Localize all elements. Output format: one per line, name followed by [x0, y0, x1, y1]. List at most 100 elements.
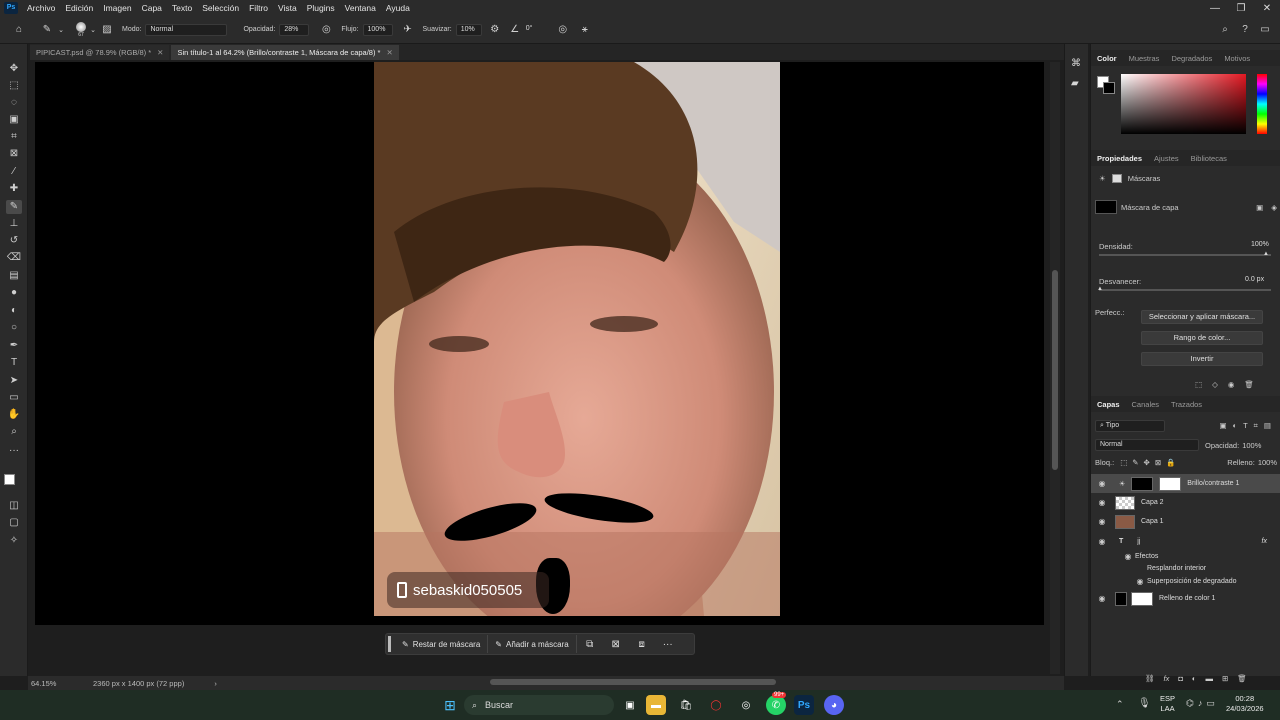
- lock-icons[interactable]: ⬚✎✥⊠🔒: [1120, 458, 1180, 467]
- gradient-tool-icon[interactable]: ▤: [6, 269, 22, 283]
- layer-filter-select[interactable]: ⌕ Tipo: [1095, 420, 1165, 432]
- workspace-icon[interactable]: ▭: [1258, 23, 1272, 37]
- mask-thumbnail[interactable]: [1131, 476, 1154, 491]
- visibility-icon[interactable]: ◉: [1095, 594, 1109, 603]
- blend-mode-select[interactable]: Normal: [1095, 439, 1199, 451]
- chevron-down-icon[interactable]: ⌄: [86, 23, 100, 37]
- add-mask-icon[interactable]: ◘: [1178, 674, 1183, 683]
- mask-thumbnail[interactable]: [1095, 200, 1117, 214]
- healing-tool-icon[interactable]: ✚: [6, 182, 22, 196]
- hand-tool-icon[interactable]: ✋: [6, 408, 22, 422]
- store-icon[interactable]: 🛍: [676, 695, 696, 715]
- search-icon[interactable]: ⌕: [1218, 23, 1232, 37]
- menu-ventana[interactable]: Ventana: [340, 3, 381, 13]
- trash-icon[interactable]: 🗑: [1244, 380, 1254, 389]
- drag-handle[interactable]: [388, 636, 391, 652]
- taskbar-search[interactable]: ⌕ Buscar: [464, 695, 614, 715]
- invert-mask-icon[interactable]: ⊠: [603, 639, 629, 650]
- layer-capa-1[interactable]: ◉ Capa 1: [1091, 512, 1280, 531]
- menu-texto[interactable]: Texto: [167, 3, 197, 13]
- brush-tool-icon[interactable]: ✎: [40, 23, 54, 37]
- history-icon[interactable]: ⌘: [1071, 58, 1081, 69]
- pixel-mask-icon[interactable]: ▣: [1256, 203, 1263, 212]
- dodge-tool-icon[interactable]: ◐: [6, 304, 22, 318]
- layer-color-fill[interactable]: ◉ Relleno de color 1: [1091, 589, 1280, 608]
- frame-tool-icon[interactable]: ⊠: [6, 147, 22, 161]
- foreground-color-swatch[interactable]: [4, 474, 15, 485]
- close-icon[interactable]: ✕: [157, 48, 163, 57]
- opacity-input[interactable]: 28%: [279, 23, 310, 36]
- more-tools-icon[interactable]: ···: [6, 444, 22, 458]
- menu-archivo[interactable]: Archivo: [22, 3, 60, 13]
- help-icon[interactable]: ?: [1238, 23, 1252, 37]
- photoshop-taskbar-icon[interactable]: Ps: [794, 695, 814, 715]
- brush-settings-icon[interactable]: ▨: [100, 23, 114, 37]
- feather-input[interactable]: 0.0 px: [1241, 275, 1271, 287]
- chevron-right-icon[interactable]: ›: [214, 679, 217, 688]
- tab-trazados[interactable]: Trazados: [1165, 400, 1208, 409]
- tab-propiedades[interactable]: Propiedades: [1091, 154, 1148, 163]
- menu-plugins[interactable]: Plugins: [302, 3, 340, 13]
- menu-imagen[interactable]: Imagen: [98, 3, 136, 13]
- whatsapp-icon[interactable]: ✆: [766, 695, 786, 715]
- visibility-icon[interactable]: ◉: [1095, 537, 1109, 546]
- hue-slider[interactable]: [1257, 74, 1267, 134]
- object-select-tool-icon[interactable]: ▣: [6, 113, 22, 127]
- visibility-icon[interactable]: ◉: [1095, 517, 1109, 526]
- clock[interactable]: 00:28 24/03/2026: [1226, 694, 1264, 714]
- shape-tool-icon[interactable]: ▭: [6, 391, 22, 405]
- layer-brightness[interactable]: ◉ ☀ Brillo/contraste 1: [1091, 474, 1280, 493]
- mask-option-icon[interactable]: ⧉: [577, 639, 603, 650]
- pressure-size-icon[interactable]: ◎: [556, 23, 570, 37]
- visibility-icon[interactable]: ◉: [1133, 577, 1147, 586]
- tab-ajustes[interactable]: Ajustes: [1148, 154, 1185, 163]
- close-button[interactable]: ✕: [1254, 3, 1280, 14]
- apply-mask-icon[interactable]: ⧈: [629, 639, 655, 650]
- tab-capas[interactable]: Capas: [1091, 400, 1126, 409]
- pressure-opacity-icon[interactable]: ◎: [319, 23, 333, 37]
- layer-mask-thumbnail[interactable]: [1131, 591, 1153, 606]
- menu-edicion[interactable]: Edición: [60, 3, 98, 13]
- generative-icon[interactable]: ✧: [6, 534, 22, 548]
- angle-input[interactable]: 0°: [522, 24, 548, 36]
- group-icon[interactable]: ▬: [1205, 674, 1213, 683]
- tab-muestras[interactable]: Muestras: [1123, 54, 1166, 63]
- color-range-button[interactable]: Rango de color...: [1141, 331, 1263, 345]
- color-picker-field[interactable]: [1121, 74, 1246, 134]
- tab-motivos[interactable]: Motivos: [1218, 54, 1256, 63]
- adjustment-layer-icon[interactable]: ◐: [1192, 674, 1197, 683]
- tab-degradados[interactable]: Degradados: [1165, 54, 1218, 63]
- feather-slider[interactable]: ▲: [1097, 286, 1271, 292]
- menu-filtro[interactable]: Filtro: [244, 3, 273, 13]
- language-indicator[interactable]: ESP LAA: [1160, 694, 1175, 714]
- tab-color[interactable]: Color: [1091, 54, 1123, 63]
- add-mask-button[interactable]: ✎ Añadir a máscara: [488, 635, 577, 653]
- stamp-tool-icon[interactable]: ⊥: [6, 217, 22, 231]
- system-tray-icons[interactable]: ⌬♪▭: [1186, 698, 1219, 709]
- visibility-icon[interactable]: ◉: [1095, 498, 1109, 507]
- fx-icon[interactable]: fx: [1164, 674, 1170, 683]
- fx-icon[interactable]: fx: [1262, 538, 1267, 545]
- steam-icon[interactable]: ◎: [736, 695, 756, 715]
- sponge-tool-icon[interactable]: ○: [6, 321, 22, 335]
- trash-icon[interactable]: 🗑: [1237, 674, 1247, 683]
- discord-icon[interactable]: ◕: [824, 695, 844, 715]
- more-options-icon[interactable]: ···: [655, 639, 681, 650]
- blur-tool-icon[interactable]: ●: [6, 286, 22, 300]
- chevron-down-icon[interactable]: ⌄: [54, 23, 68, 37]
- brush-tool-icon[interactable]: ✎: [6, 200, 22, 214]
- link-icon[interactable]: ⛓: [1145, 674, 1155, 683]
- quick-mask-icon[interactable]: ◫: [6, 499, 22, 513]
- new-layer-icon[interactable]: ⊞: [1222, 674, 1228, 683]
- microphone-icon[interactable]: 🎙: [1138, 698, 1151, 709]
- smooth-input[interactable]: 10%: [455, 23, 482, 36]
- fill-input[interactable]: 100%: [1258, 458, 1277, 467]
- zoom-tool-icon[interactable]: ⌕: [6, 425, 22, 439]
- opera-icon[interactable]: ◯: [706, 695, 726, 715]
- eraser-tool-icon[interactable]: ⌫: [6, 251, 22, 265]
- menu-vista[interactable]: Vista: [273, 3, 302, 13]
- chevron-up-icon[interactable]: ⌃: [1116, 699, 1124, 710]
- vector-mask-icon[interactable]: ◈: [1271, 203, 1277, 212]
- tab-canales[interactable]: Canales: [1126, 400, 1166, 409]
- flow-input[interactable]: 100%: [362, 23, 393, 36]
